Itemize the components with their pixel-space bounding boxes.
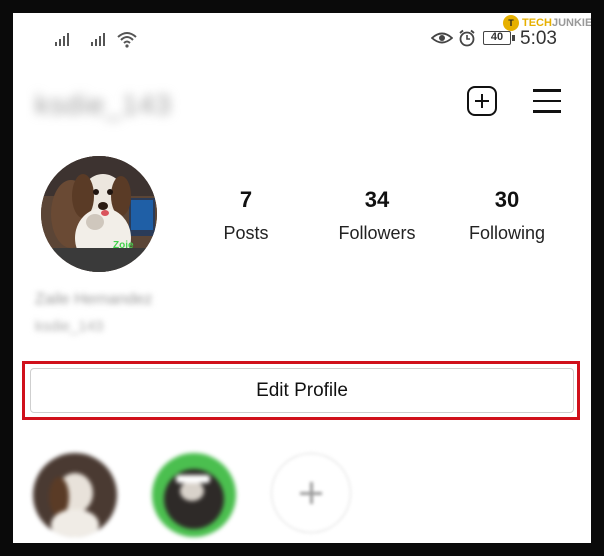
followers-count: 34 [364, 187, 390, 212]
following-count: 30 [494, 187, 520, 212]
menu-icon[interactable] [533, 89, 561, 113]
avatar-caption: Zoie [113, 240, 134, 251]
eye-comfort-icon [431, 32, 453, 44]
new-highlight-button[interactable] [271, 453, 351, 533]
following-label: Following [468, 223, 546, 243]
edit-profile-button[interactable]: Edit Profile [30, 368, 574, 413]
signal-icon [55, 33, 69, 46]
phone-screen: 40 5:03 T TECH JUNKIE ksdie_143 Zoie 7 P… [13, 13, 591, 543]
username-switcher[interactable]: ksdie_143 [35, 89, 172, 121]
wifi-icon [117, 32, 137, 48]
add-post-icon[interactable] [467, 86, 497, 116]
watermark: T TECH JUNKIE [503, 15, 591, 31]
posts-label: Posts [223, 223, 269, 243]
following-stat[interactable]: 30 Following [452, 187, 562, 244]
watermark-junkie: JUNKIE [551, 17, 591, 29]
story-highlight-2[interactable] [152, 453, 236, 537]
alarm-icon [459, 29, 475, 47]
posts-stat[interactable]: 7 Posts [191, 187, 301, 244]
full-name: Zaile Hernandez [35, 291, 153, 308]
profile-avatar[interactable]: Zoie [41, 156, 157, 272]
dog-photo-icon [41, 156, 157, 272]
story-highlight-1[interactable] [33, 453, 117, 537]
followers-label: Followers [338, 223, 416, 243]
followers-stat[interactable]: 34 Followers [322, 187, 432, 244]
highlight-photo-icon-2 [154, 455, 234, 535]
techjunkie-logo-icon: T [503, 15, 519, 31]
clock: 5:03 [520, 28, 557, 49]
highlight-photo-icon [33, 453, 117, 537]
signal-icon-2 [91, 33, 105, 46]
posts-count: 7 [239, 187, 253, 212]
bio-text: ksdie_143 [35, 318, 104, 335]
watermark-tech: TECH [522, 17, 552, 29]
battery-icon: 40 [483, 31, 515, 45]
